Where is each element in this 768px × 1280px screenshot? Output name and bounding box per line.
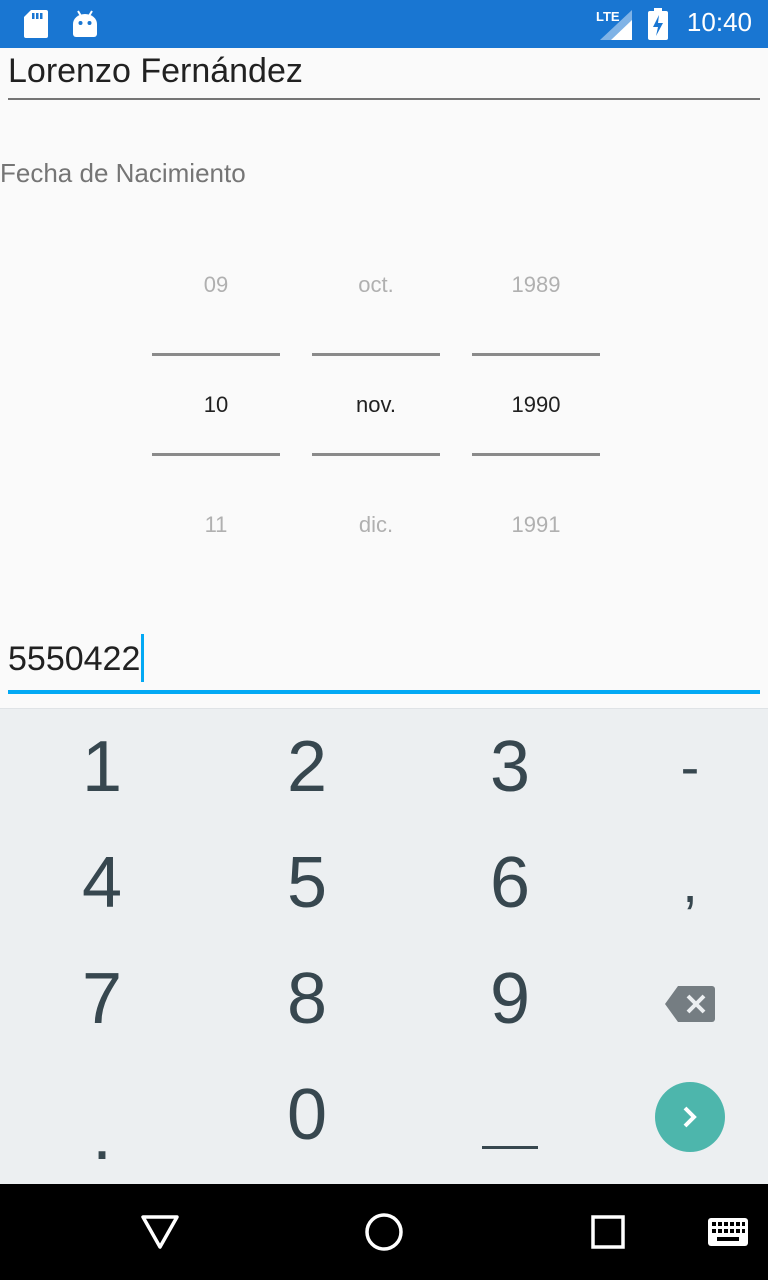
phone-field[interactable]: 5550422	[8, 634, 760, 694]
picker-divider	[312, 353, 440, 356]
chevron-right-icon	[683, 1106, 697, 1128]
day-prev[interactable]: 09	[152, 272, 280, 298]
key-5[interactable]: 5	[211, 825, 403, 941]
picker-divider	[312, 453, 440, 456]
key-dot-label: .	[91, 1095, 112, 1175]
key-7[interactable]: 7	[6, 941, 198, 1057]
key-dot[interactable]: .	[6, 1057, 198, 1175]
key-2[interactable]: 2	[211, 709, 403, 825]
space-key[interactable]	[414, 1057, 606, 1173]
phone-field-value: 5550422	[8, 640, 141, 678]
key-1[interactable]: 1	[6, 709, 198, 825]
name-field-value: Lorenzo Fernández	[8, 52, 303, 90]
home-icon[interactable]	[364, 1212, 404, 1252]
birthdate-label: Fecha de Nacimiento	[0, 158, 246, 188]
signal-icon	[600, 10, 632, 40]
space-bar-icon	[482, 1146, 538, 1149]
text-cursor	[141, 634, 145, 683]
sd-card-icon	[24, 10, 48, 38]
month-next[interactable]: dic.	[312, 512, 440, 538]
month-current[interactable]: nov.	[312, 392, 440, 418]
phone-field-value-wrap: 5550422	[8, 634, 145, 683]
battery-charging-icon	[648, 8, 668, 40]
month-prev[interactable]: oct.	[312, 272, 440, 298]
picker-divider	[472, 353, 600, 356]
day-next[interactable]: 11	[152, 512, 280, 538]
picker-divider	[152, 353, 280, 356]
keyboard-icon[interactable]	[708, 1218, 748, 1246]
back-icon[interactable]	[140, 1214, 180, 1250]
navigation-bar	[0, 1184, 768, 1280]
year-picker[interactable]: 1989 1990 1991	[472, 240, 600, 570]
year-next[interactable]: 1991	[472, 512, 600, 538]
key-4[interactable]: 4	[6, 825, 198, 941]
android-icon	[73, 10, 97, 37]
key-0[interactable]: 0	[211, 1057, 403, 1173]
month-picker[interactable]: oct. nov. dic.	[312, 240, 440, 570]
backspace-icon	[665, 985, 715, 1022]
enter-button[interactable]	[655, 1082, 725, 1152]
clock: 10:40	[686, 7, 752, 37]
key-comma[interactable]: ,	[594, 825, 768, 941]
day-picker[interactable]: 09 10 11	[152, 240, 280, 570]
day-current[interactable]: 10	[152, 392, 280, 418]
key-9[interactable]: 9	[414, 941, 606, 1057]
picker-divider	[472, 453, 600, 456]
key-6[interactable]: 6	[414, 825, 606, 941]
numeric-keyboard: 1 2 3 - 4 5 6 , 7 8 9 . 0	[0, 708, 768, 1185]
backspace-key[interactable]	[594, 941, 768, 1057]
picker-divider	[152, 453, 280, 456]
recents-icon[interactable]	[591, 1215, 625, 1249]
name-field[interactable]: Lorenzo Fernández	[8, 48, 760, 100]
year-current[interactable]: 1990	[472, 392, 600, 418]
key-3[interactable]: 3	[414, 709, 606, 825]
key-8[interactable]: 8	[211, 941, 403, 1057]
key-dash[interactable]: -	[594, 709, 768, 825]
year-prev[interactable]: 1989	[472, 272, 600, 298]
status-bar: LTE 10:40	[0, 0, 768, 48]
